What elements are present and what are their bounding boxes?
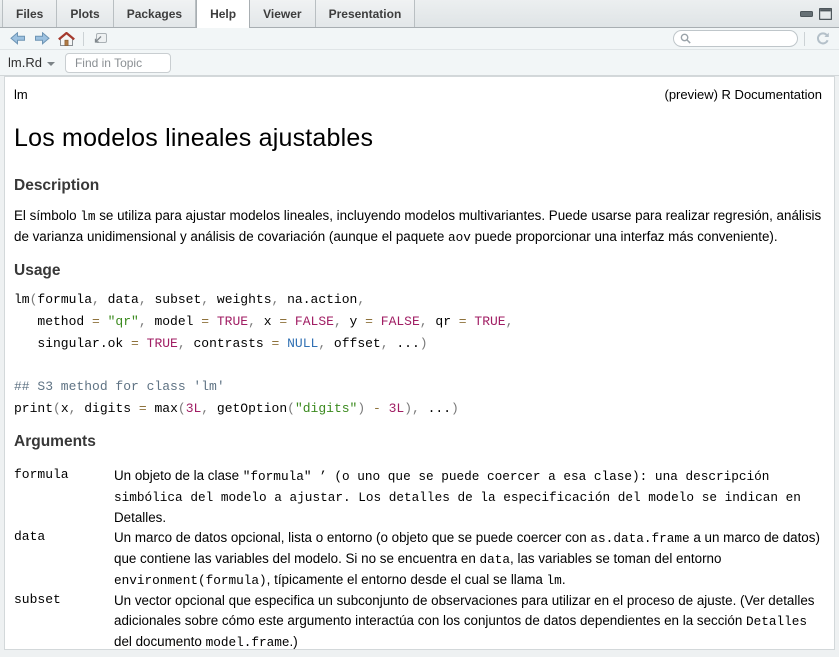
maximize-pane-button[interactable] bbox=[819, 8, 832, 20]
usage-code-block-2: ## S3 method for class 'lm' print(x, dig… bbox=[14, 376, 822, 420]
search-area bbox=[673, 30, 833, 47]
toolbar-separator bbox=[83, 32, 84, 46]
forward-arrow-icon bbox=[34, 32, 50, 45]
section-heading-usage: Usage bbox=[14, 262, 822, 280]
argument-term: formula bbox=[14, 466, 114, 528]
tab-packages[interactable]: Packages bbox=[114, 0, 196, 27]
minimize-icon bbox=[800, 8, 813, 20]
argument-row-subset: subset Un vector opcional que especifica… bbox=[14, 591, 822, 650]
back-arrow-icon bbox=[10, 32, 26, 45]
tab-help-label: Help bbox=[210, 7, 236, 21]
argument-row-formula: formula Un objeto de la clase "formula" … bbox=[14, 466, 822, 528]
argument-row-data: data Un marco de datos opcional, lista o… bbox=[14, 528, 822, 591]
page-title: Los modelos lineales ajustables bbox=[14, 124, 822, 153]
topic-file-label: lm.Rd bbox=[8, 55, 42, 70]
arguments-table: formula Un objeto de la clase "formula" … bbox=[14, 466, 822, 650]
chevron-down-icon bbox=[47, 62, 55, 66]
tab-viewer-label: Viewer bbox=[263, 7, 301, 21]
tab-files-label: Files bbox=[16, 7, 43, 21]
tab-presentation[interactable]: Presentation bbox=[316, 0, 416, 27]
argument-description: Un vector opcional que especifica un sub… bbox=[114, 591, 822, 650]
section-heading-description: Description bbox=[14, 177, 822, 195]
popout-icon bbox=[92, 32, 108, 45]
section-heading-arguments: Arguments bbox=[14, 433, 822, 451]
minimize-pane-button[interactable] bbox=[800, 8, 813, 20]
tab-files[interactable]: Files bbox=[2, 0, 57, 27]
argument-term: subset bbox=[14, 591, 114, 650]
doc-page-id: lm bbox=[14, 87, 28, 102]
refresh-button[interactable] bbox=[811, 31, 833, 47]
forward-button[interactable] bbox=[30, 28, 54, 49]
argument-term: data bbox=[14, 528, 114, 591]
description-paragraph: El símbolo lm se utiliza para ajustar mo… bbox=[14, 206, 822, 248]
doc-type-label: (preview) R Documentation bbox=[664, 87, 822, 102]
topic-bar: lm.Rd bbox=[0, 50, 839, 76]
search-input[interactable] bbox=[695, 33, 791, 45]
help-content-pane: lm (preview) R Documentation Los modelos… bbox=[4, 76, 835, 650]
tab-presentation-label: Presentation bbox=[329, 7, 402, 21]
help-toolbar bbox=[0, 28, 839, 50]
tab-plots[interactable]: Plots bbox=[57, 0, 113, 27]
home-button[interactable] bbox=[54, 28, 79, 49]
home-icon bbox=[58, 32, 75, 46]
tab-viewer[interactable]: Viewer bbox=[250, 0, 315, 27]
topic-file-dropdown[interactable]: lm.Rd bbox=[8, 55, 55, 70]
show-in-new-window-button[interactable] bbox=[88, 28, 112, 49]
tab-help[interactable]: Help bbox=[196, 0, 250, 28]
argument-description: Un objeto de la clase "formula" ’ (o uno… bbox=[114, 466, 822, 528]
doc-header: lm (preview) R Documentation bbox=[14, 87, 822, 102]
maximize-icon bbox=[819, 8, 832, 20]
usage-code-block-1: lm(formula, data, subset, weights, na.ac… bbox=[14, 289, 822, 355]
pane-tab-bar: Files Plots Packages Help Viewer Present… bbox=[0, 0, 839, 28]
toolbar-separator-2 bbox=[804, 32, 805, 46]
help-search-box[interactable] bbox=[673, 30, 798, 47]
argument-description: Un marco de datos opcional, lista o ento… bbox=[114, 528, 822, 591]
search-icon bbox=[680, 32, 691, 45]
find-in-topic-input[interactable] bbox=[65, 53, 171, 73]
tab-plots-label: Plots bbox=[70, 7, 99, 21]
refresh-icon bbox=[815, 31, 831, 47]
back-button[interactable] bbox=[6, 28, 30, 49]
window-controls bbox=[800, 0, 839, 27]
tab-packages-label: Packages bbox=[127, 7, 182, 21]
